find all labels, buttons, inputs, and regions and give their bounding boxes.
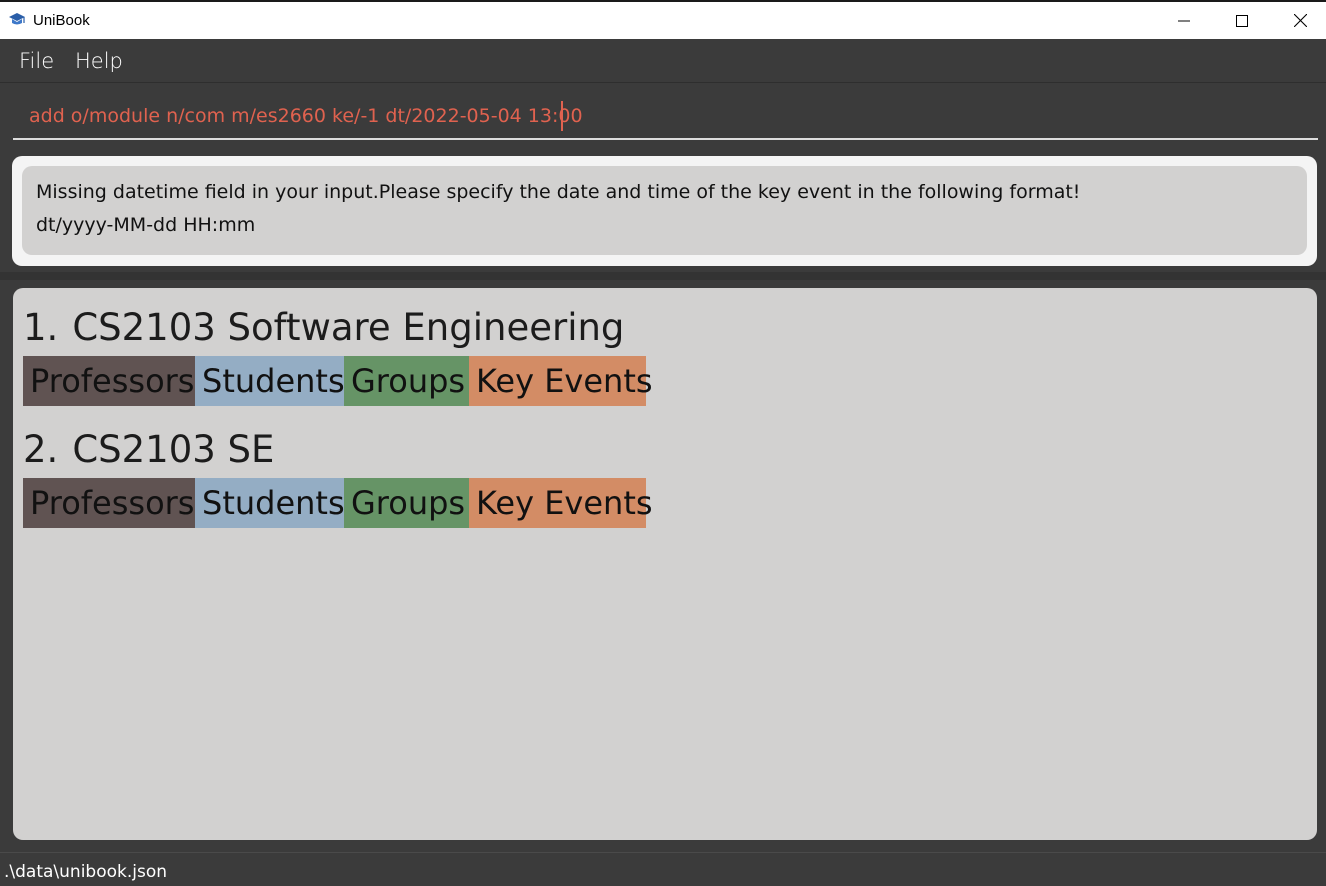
module-title: 2. CS2103 SE <box>23 426 646 478</box>
window-title: UniBook <box>33 12 90 29</box>
module-name: CS2103 Software Engineering <box>72 306 625 349</box>
module-name: CS2103 SE <box>72 428 275 471</box>
module-list-panel: 1. CS2103 Software Engineering Professors… <box>13 288 1317 840</box>
graduation-cap-icon <box>9 13 25 25</box>
module-index: 2. <box>23 428 59 471</box>
close-button[interactable] <box>1271 2 1326 39</box>
maximize-icon <box>1236 14 1248 27</box>
tag-key-events[interactable]: Key Events <box>469 356 653 406</box>
command-input[interactable] <box>13 94 1318 140</box>
tag-students[interactable]: Students <box>195 356 345 406</box>
menu-bar: File Help <box>0 39 1326 83</box>
text-caret <box>561 101 563 131</box>
result-text-area[interactable]: Missing datetime field in your input.Ple… <box>22 166 1307 255</box>
module-title: 1. CS2103 Software Engineering <box>23 304 646 356</box>
result-message-line2: dt/yyyy-MM-dd HH:mm <box>36 214 256 236</box>
module-tags: Professors Students Groups Key Events <box>23 478 653 528</box>
result-message-line1: Missing datetime field in your input.Ple… <box>36 181 1081 203</box>
tag-professors[interactable]: Professors <box>23 478 195 528</box>
tag-groups[interactable]: Groups <box>344 478 469 528</box>
module-card[interactable]: 1. CS2103 Software Engineering Professors… <box>23 304 653 406</box>
menu-help[interactable]: Help <box>75 49 123 73</box>
command-box <box>0 84 1326 150</box>
maximize-button[interactable] <box>1213 2 1271 39</box>
tag-groups[interactable]: Groups <box>344 356 469 406</box>
panel-divider <box>0 272 1326 280</box>
close-icon <box>1293 14 1307 27</box>
module-tags: Professors Students Groups Key Events <box>23 356 653 406</box>
module-index: 1. <box>23 306 59 349</box>
result-display: Missing datetime field in your input.Ple… <box>12 156 1317 266</box>
app-window: UniBook File Help Missing datetime field… <box>0 0 1326 886</box>
status-bar: .\data\unibook.json <box>0 852 1326 886</box>
minimize-button[interactable] <box>1155 2 1213 39</box>
title-bar: UniBook <box>0 0 1326 39</box>
tag-key-events[interactable]: Key Events <box>469 478 653 528</box>
minimize-icon <box>1178 20 1190 21</box>
menu-file[interactable]: File <box>19 49 54 73</box>
save-file-path: .\data\unibook.json <box>4 862 168 882</box>
tag-professors[interactable]: Professors <box>23 356 195 406</box>
tag-students[interactable]: Students <box>195 478 345 528</box>
module-card[interactable]: 2. CS2103 SE Professors Students Groups K… <box>23 426 653 528</box>
